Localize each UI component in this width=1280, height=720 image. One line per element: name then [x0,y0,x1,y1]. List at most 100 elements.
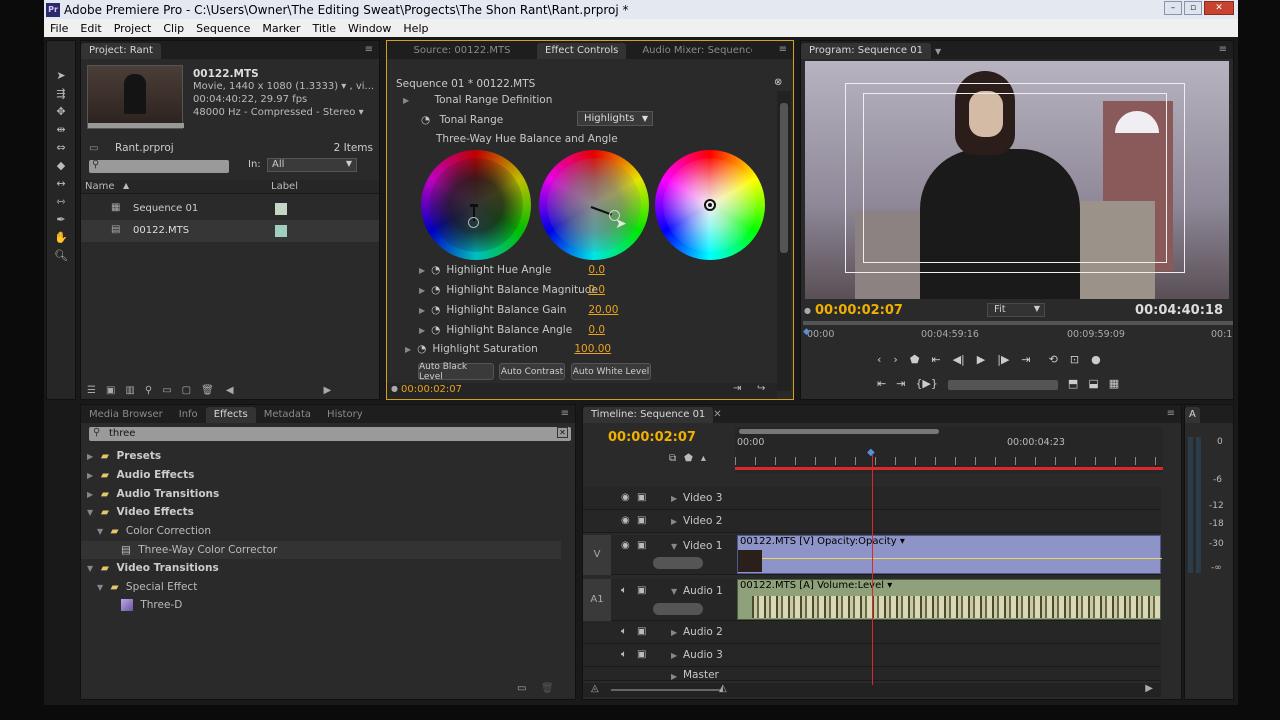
scroll-left-icon[interactable]: ◀ [226,385,234,396]
tab-timeline[interactable]: Timeline: Sequence 01 [583,407,714,423]
icon-view-icon[interactable]: ▣ [106,385,115,396]
panel-menu-icon[interactable]: ≡ [561,408,569,419]
minimize-button[interactable]: – [1164,1,1182,15]
panel-menu-icon[interactable]: ≡ [1219,44,1227,55]
close-button[interactable]: ✕ [1204,1,1234,15]
menu-file[interactable]: File [44,22,74,35]
expand-triangle-icon[interactable]: ▶ [671,517,677,526]
ripple-edit-tool-icon[interactable]: ✥ [51,103,71,119]
eye-icon[interactable]: ◉ [621,540,630,551]
tab-effects[interactable]: Effects [205,407,256,423]
maximize-button[interactable]: ▫ [1184,1,1202,15]
menu-title[interactable]: Title [306,22,342,35]
close-tab-icon[interactable]: ✕ [713,409,721,420]
jog-slider[interactable] [947,380,1058,390]
expand-triangle-icon[interactable]: ▶ [419,286,425,295]
a-target-button[interactable]: A1 [583,579,611,621]
export-icon[interactable]: ⇥ [733,383,741,394]
list-item[interactable]: ▦ Sequence 01 [81,198,379,220]
expand-triangle-icon[interactable]: ▶ [87,471,93,480]
step-forward-icon[interactable]: |▶ [997,353,1009,369]
highlight-hue-angle-value[interactable]: 0.0 [588,264,605,276]
zoom-slider[interactable] [611,689,721,691]
highlights-color-wheel[interactable] [655,150,765,260]
safe-margins-icon[interactable]: ⊡ [1070,353,1079,369]
panel-menu-icon[interactable]: ≡ [779,44,787,55]
timeline-ruler[interactable]: 00:00 00:00:04:23 ◆ [735,427,1163,473]
mark-in-icon[interactable]: ‹ [877,353,881,369]
rate-stretch-tool-icon[interactable]: ⇔ [51,139,71,155]
zoom-out-icon[interactable]: ◬ [591,683,599,694]
tab-media-browser[interactable]: Media Browser [81,407,171,423]
extract-icon[interactable]: ⬓ [1088,377,1098,393]
col-label[interactable]: Label [271,181,298,192]
keyframe-nav[interactable] [653,557,703,569]
tab-metadata[interactable]: Metadata [256,407,319,423]
playhead-icon[interactable]: ◆ [803,327,810,337]
loop-icon[interactable]: ⟲ [1049,353,1058,369]
effects-search-input[interactable]: ⚲ three ✕ [89,427,571,441]
set-marker-icon[interactable]: ▴ [701,453,706,464]
expand-triangle-icon[interactable]: ▶ [419,306,425,315]
shuttle-left-icon[interactable]: ⇤ [877,377,886,393]
ec-close-icon[interactable]: ⊗ [774,77,782,88]
eye-icon[interactable]: ◉ [621,492,630,503]
shadows-color-wheel[interactable] [421,150,531,260]
panel-menu-icon[interactable]: ≡ [365,44,373,55]
export-frame-icon[interactable]: ▦ [1109,377,1119,393]
go-to-in-icon[interactable]: ⇤ [931,353,940,369]
collapse-triangle-icon[interactable]: ▼ [671,587,677,596]
zoom-tool-icon[interactable]: 🔍︎ [51,247,71,263]
play-in-out-icon[interactable]: {▶} [915,377,937,393]
stopwatch-icon[interactable]: ◔ [431,304,440,316]
program-time-ruler[interactable]: 00:00 00:04:59:16 00:09:59:09 00:1 ◆ [803,321,1233,345]
tab-source[interactable]: Source: 00122.MTS [387,43,537,59]
stopwatch-icon[interactable]: ◔ [431,264,440,276]
tab-info[interactable]: Info [171,407,206,423]
tree-item-selected[interactable]: ▤ Three-Way Color Corrector [81,541,561,559]
highlight-balance-magnitude-value[interactable]: 0.0 [588,284,605,296]
tab-project[interactable]: Project: Rant [81,43,161,59]
tree-item[interactable]: ▼ ▰ Special Effect [97,581,567,599]
expand-triangle-icon[interactable]: ▶ [671,672,677,680]
lock-icon[interactable]: ▣ [637,585,646,596]
timeline-timecode[interactable]: 00:00:02:07 [608,430,696,445]
shuttle-right-icon[interactable]: ⇥ [896,377,905,393]
step-back-icon[interactable]: ◀| [953,353,965,369]
razor-tool-icon[interactable]: ◆ [51,157,71,173]
ec-scrollbar[interactable] [777,91,791,391]
menu-window[interactable]: Window [342,22,397,35]
midtones-color-wheel[interactable]: ➤ [539,150,649,260]
ec-timecode[interactable]: 00:00:02:07 [401,384,462,395]
lift-icon[interactable]: ⬒ [1068,377,1078,393]
collapse-triangle-icon[interactable]: ▼ [671,542,677,551]
new-bin-icon[interactable]: ▭ [517,683,526,694]
menu-project[interactable]: Project [108,22,158,35]
tab-audio-mixer[interactable]: Audio Mixer: Sequence 0 [634,43,752,59]
new-item-icon[interactable]: ▢ [182,385,191,396]
speaker-icon[interactable]: 🔈︎ [621,626,627,637]
collapse-triangle-icon[interactable]: ▼ [87,564,93,573]
stopwatch-icon[interactable]: ◔ [421,114,430,126]
zoom-scroll-bar[interactable] [739,429,939,434]
mark-out-icon[interactable]: › [893,353,897,369]
auto-contrast-button[interactable]: Auto Contrast [499,363,565,380]
playhead-icon[interactable]: ◆ [867,447,875,458]
menu-sequence[interactable]: Sequence [190,22,256,35]
automate-icon[interactable]: ▥ [125,385,134,396]
tree-item[interactable]: ▶ ▰ Audio Effects [87,469,567,487]
stopwatch-icon[interactable]: ◔ [417,343,426,355]
clear-icon[interactable]: 🗑︎ [201,385,214,396]
rolling-edit-tool-icon[interactable]: ⇹ [51,121,71,137]
tab-program[interactable]: Program: Sequence 01 [801,43,931,59]
video-clip[interactable]: 00122.MTS [V] Opacity:Opacity ▾ [737,535,1162,574]
tree-item[interactable]: ▶ ▰ Presets [87,450,567,468]
lock-icon[interactable]: ▣ [637,626,646,637]
lock-icon[interactable]: ▣ [637,540,646,551]
tab-effect-controls[interactable]: Effect Controls [537,43,627,59]
lock-icon[interactable]: ▣ [637,649,646,660]
project-search-input[interactable]: ⚲ [89,159,229,173]
marker-icon[interactable]: ⬟ [910,353,920,369]
menu-marker[interactable]: Marker [256,22,306,35]
output-icon[interactable]: ● [1091,353,1101,369]
